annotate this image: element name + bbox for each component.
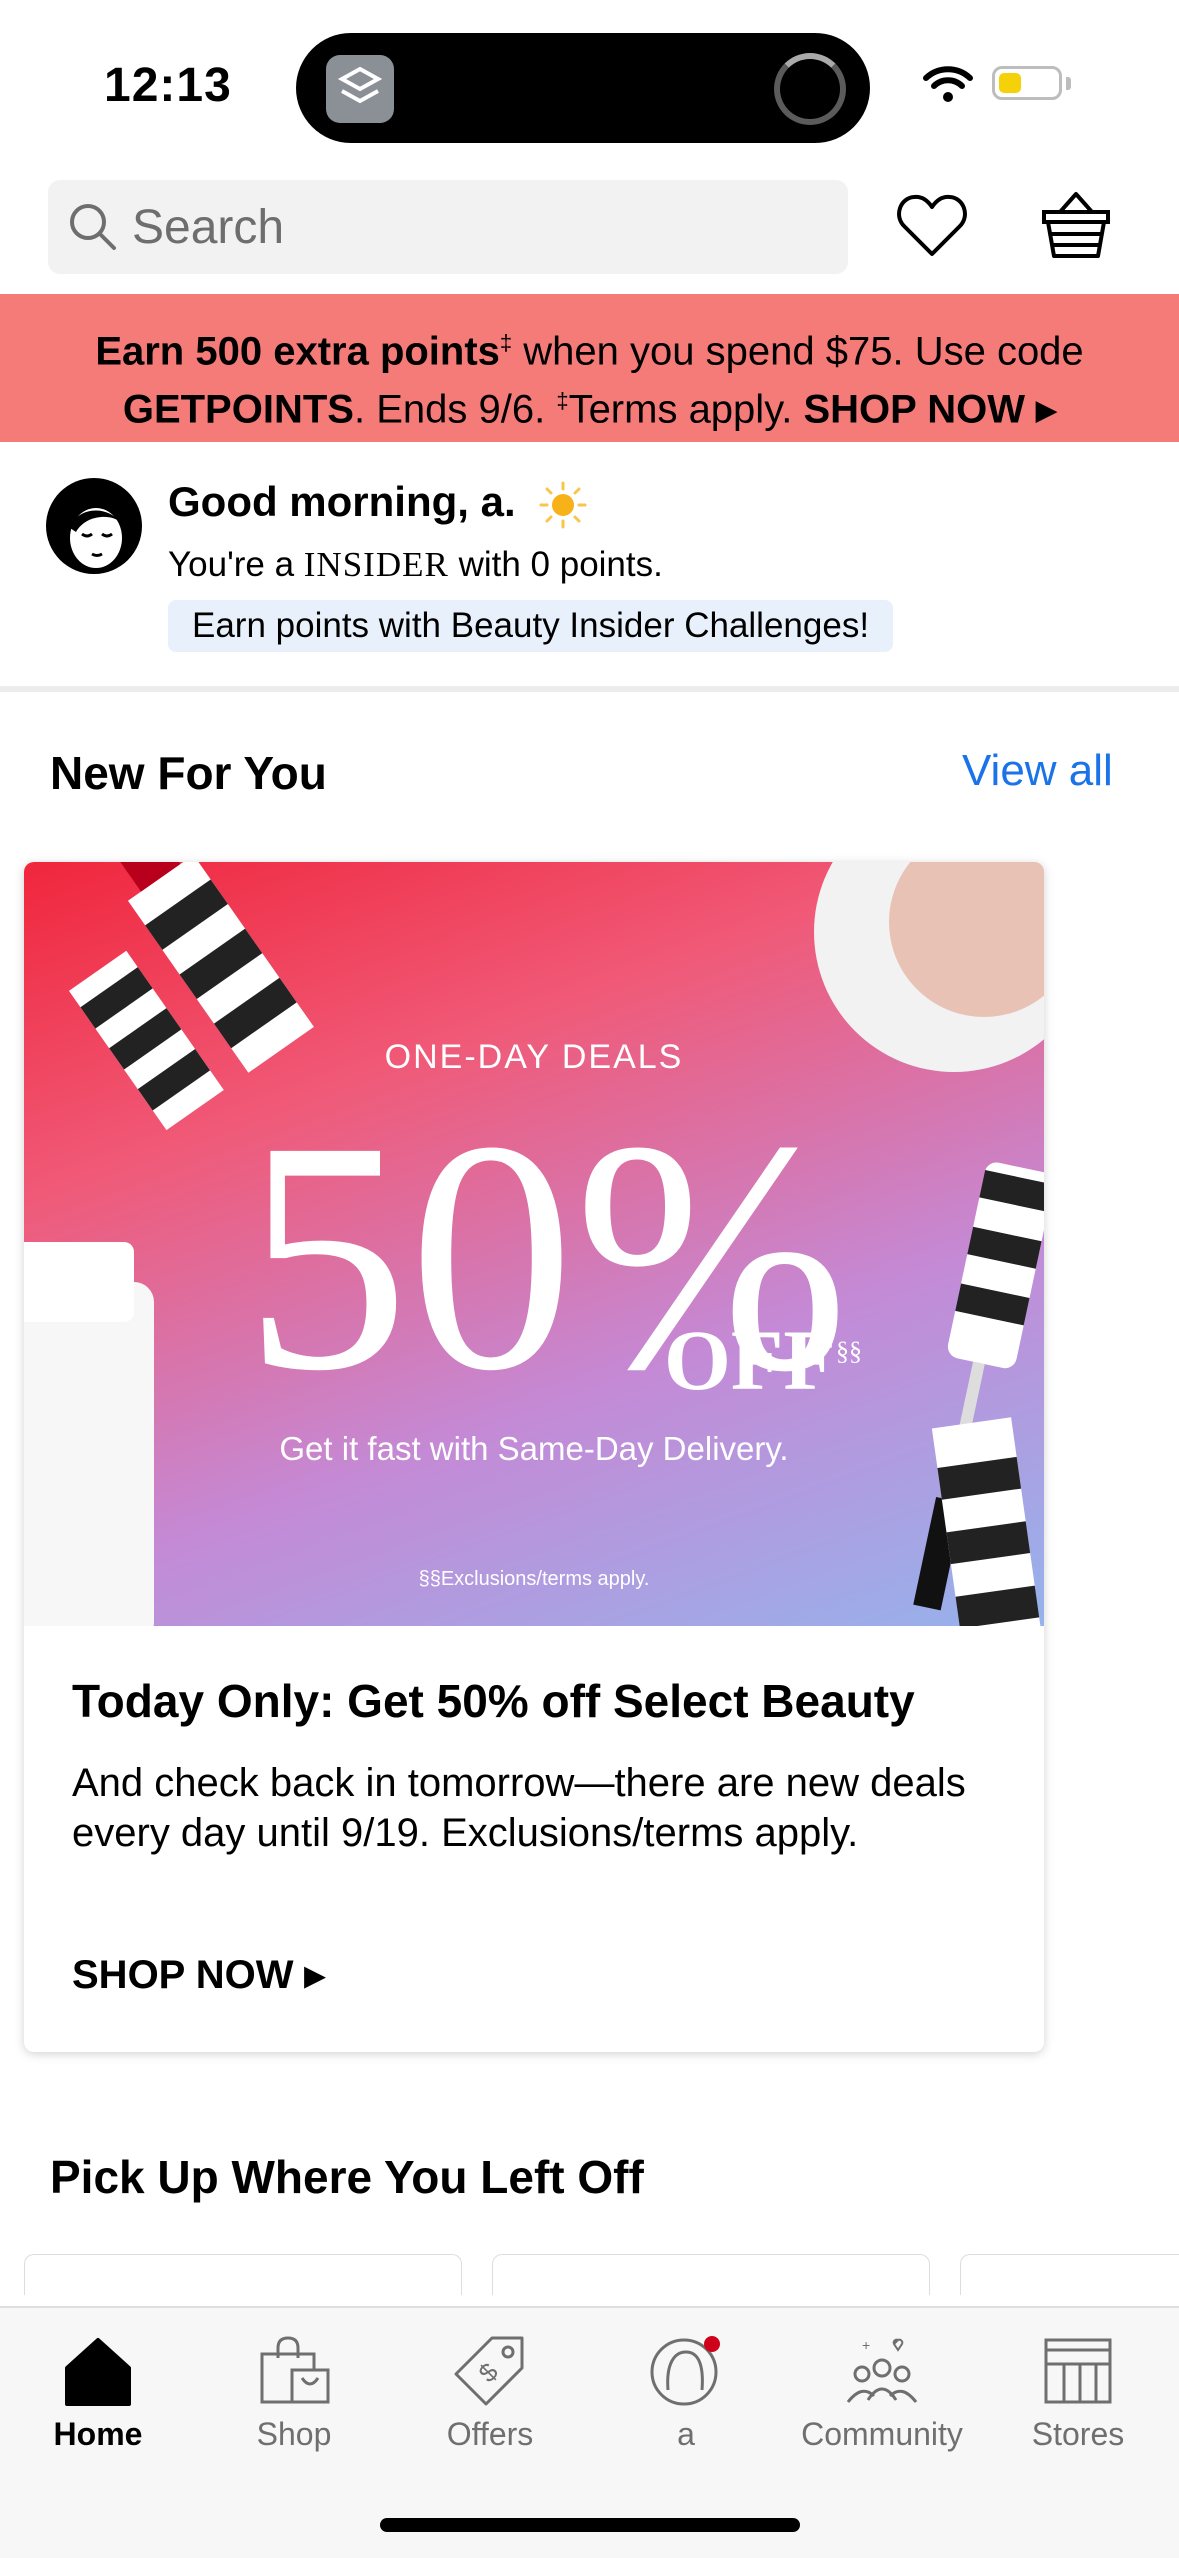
divider: [0, 686, 1179, 692]
section-heading-pick-up: Pick Up Where You Left Off: [50, 2151, 644, 2203]
search-icon: [70, 204, 116, 250]
promo-lead: Earn 500 extra points: [95, 329, 500, 374]
tab-label: Shop: [256, 2416, 332, 2452]
avatar[interactable]: [46, 478, 142, 574]
insider-status: You're a INSIDER with 0 points.: [168, 545, 663, 585]
basket-icon[interactable]: [1040, 190, 1112, 260]
search-input[interactable]: [132, 198, 812, 256]
deal-off-text: OFF: [664, 1312, 836, 1408]
promo-code: GETPOINTS: [122, 387, 354, 432]
store-icon: [1044, 2338, 1112, 2404]
tab-label: Offers: [446, 2416, 534, 2452]
profile-icon: [650, 2336, 720, 2406]
home-icon: [65, 2338, 131, 2406]
tab-profile[interactable]: a: [588, 2334, 784, 2453]
status-time: 12:13: [104, 59, 232, 112]
tab-label: Stores: [1031, 2416, 1125, 2452]
deal-off-mark: §§: [835, 1336, 862, 1366]
insider-tier: INSIDER: [303, 545, 449, 584]
tab-stores[interactable]: Stores: [980, 2334, 1176, 2453]
tag-icon: $: [454, 2336, 524, 2406]
recent-product-card[interactable]: [492, 2254, 930, 2295]
tab-label: Home: [53, 2416, 143, 2452]
promo-text-b: . Ends 9/6.: [353, 387, 557, 432]
battery-icon: [992, 66, 1062, 100]
section-heading-new-for-you: New For You: [50, 747, 327, 799]
svg-text:$: $: [472, 2356, 504, 2388]
sun-icon: [539, 481, 587, 529]
promo-shop-now-link[interactable]: SHOP NOW ▸: [803, 388, 1056, 432]
promo-terms: Terms apply.: [568, 387, 793, 432]
tab-community[interactable]: + Community: [784, 2334, 980, 2453]
view-all-link[interactable]: View all: [962, 746, 1113, 796]
promo-mark: ‡: [499, 330, 513, 355]
insider-prefix: You're a: [168, 545, 304, 584]
dynamic-island: [296, 33, 870, 143]
tab-offers[interactable]: $ Offers: [392, 2334, 588, 2453]
greeting-title: Good morning, a.: [168, 478, 516, 525]
promo-text-a: when you spend $75. Use code: [512, 329, 1084, 374]
deal-label: ONE-DAY DEALS: [384, 1038, 684, 1076]
insider-suffix: with 0 points.: [448, 545, 663, 584]
wifi-icon: [923, 66, 973, 102]
deal-banner-image[interactable]: ONE-DAY DEALS 50% OFF§§ Get it fast with…: [24, 862, 1044, 1626]
shop-now-link[interactable]: SHOP NOW ▸: [72, 1952, 325, 1998]
promo-banner[interactable]: Earn 500 extra points‡ when you spend $7…: [0, 294, 1179, 442]
deal-description: And check back in tomorrow—there are new…: [72, 1761, 966, 1855]
deal-card[interactable]: ONE-DAY DEALS 50% OFF§§ Get it fast with…: [24, 862, 1044, 2052]
recent-product-card[interactable]: [24, 2254, 462, 2295]
deal-exclusions: §§Exclusions/terms apply.: [418, 1568, 650, 1590]
svg-text:+: +: [862, 2337, 870, 2353]
tab-home[interactable]: Home: [0, 2334, 196, 2453]
home-indicator[interactable]: [380, 2518, 800, 2532]
heart-icon[interactable]: [896, 192, 968, 258]
tab-label: Community: [801, 2416, 963, 2452]
tab-label: a: [677, 2416, 695, 2452]
recent-product-card[interactable]: [960, 2254, 1179, 2295]
tab-shop[interactable]: Shop: [196, 2334, 392, 2453]
deal-title: Today Only: Get 50% off Select Beauty: [72, 1675, 915, 1727]
activity-ring-icon: [774, 53, 846, 125]
challenges-link[interactable]: Earn points with Beauty Insider Challeng…: [168, 600, 894, 652]
community-icon: +: [846, 2337, 918, 2403]
shortcuts-app-icon: [326, 55, 394, 123]
notification-dot: [704, 2336, 720, 2352]
shopping-bag-icon: [260, 2336, 330, 2404]
deal-off: OFF§§: [664, 1310, 862, 1410]
promo-terms-mark: ‡: [556, 388, 569, 414]
deal-subtitle: Get it fast with Same-Day Delivery.: [279, 1430, 789, 1467]
search-bar[interactable]: [48, 180, 848, 274]
